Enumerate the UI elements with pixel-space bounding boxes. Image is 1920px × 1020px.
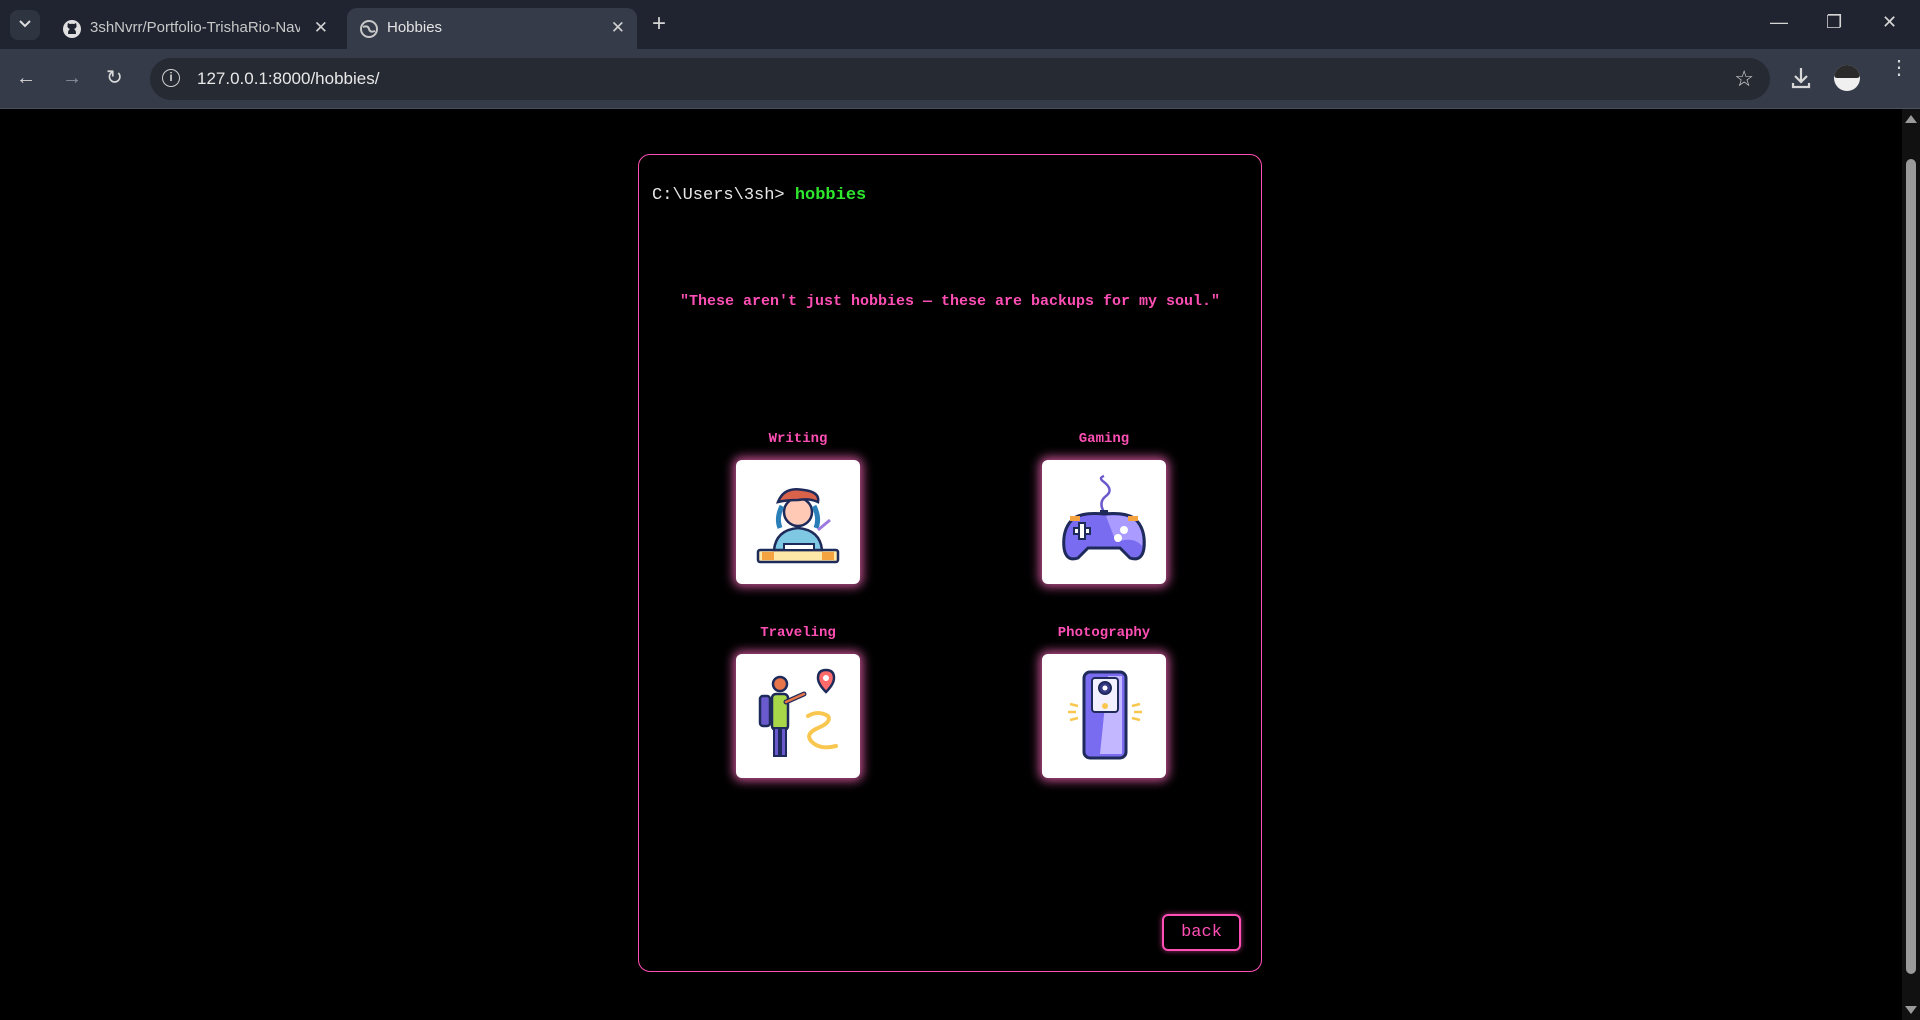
hobby-label: Photography — [1057, 625, 1151, 641]
reload-icon[interactable]: ↻ — [106, 68, 123, 88]
prompt-command: hobbies — [794, 186, 867, 205]
hobby-photography[interactable]: Photography — [1024, 625, 1184, 778]
new-tab-icon[interactable]: + — [652, 12, 666, 36]
scrollbar[interactable] — [1902, 109, 1920, 1020]
gamepad-icon — [1062, 474, 1146, 561]
hobby-card[interactable] — [1042, 654, 1166, 778]
hobby-label: Writing — [768, 431, 828, 447]
window-close-icon[interactable]: ✕ — [1882, 12, 1897, 33]
close-tab-icon[interactable]: ✕ — [611, 19, 625, 37]
hobby-card[interactable] — [1042, 460, 1166, 584]
close-tab-icon[interactable]: ✕ — [314, 19, 328, 37]
hobbies-quote: "These aren't just hobbies — these are b… — [679, 293, 1221, 310]
tab-title: Hobbies — [387, 19, 443, 36]
browser-toolbar: ← → ↻ i 127.0.0.1:8000/hobbies/ ☆ ⋮ — [0, 49, 1920, 109]
hobby-writing[interactable]: Writing — [718, 431, 878, 584]
hobby-label: Traveling — [760, 625, 836, 641]
scroll-up-arrow[interactable] — [1905, 115, 1917, 123]
download-icon[interactable] — [1790, 66, 1812, 90]
writer-icon — [756, 488, 840, 564]
profile-avatar[interactable] — [1834, 65, 1860, 91]
back-button[interactable]: back — [1162, 914, 1241, 951]
back-arrow-icon[interactable]: ← — [16, 68, 36, 88]
menu-dots-icon[interactable]: ⋮ — [1889, 58, 1909, 78]
prompt-path: C:\Users\3sh> — [652, 186, 795, 205]
terminal-window: C:\Users\3sh> hobbies "These aren't just… — [638, 154, 1262, 972]
tab-hobbies[interactable]: Hobbies ✕ — [347, 8, 637, 49]
chevron-down-icon — [19, 20, 31, 28]
github-icon — [63, 20, 81, 38]
scroll-thumb[interactable] — [1906, 159, 1916, 974]
site-info-icon[interactable]: i — [162, 69, 180, 87]
minimize-icon[interactable]: — — [1770, 12, 1788, 33]
terminal-prompt: C:\Users\3sh> hobbies — [652, 186, 866, 205]
forward-arrow-icon[interactable]: → — [62, 68, 82, 88]
hobby-gaming[interactable]: Gaming — [1024, 431, 1184, 584]
hobby-traveling[interactable]: Traveling — [718, 625, 878, 778]
tab-title: 3shNvrr/Portfolio-TrishaRio-Nav — [90, 19, 300, 36]
tab-github[interactable]: 3shNvrr/Portfolio-TrishaRio-Nav ✕ — [50, 8, 340, 49]
tab-strip: 3shNvrr/Portfolio-TrishaRio-Nav ✕ Hobbie… — [0, 0, 1920, 49]
address-bar[interactable]: i 127.0.0.1:8000/hobbies/ ☆ — [150, 58, 1770, 100]
globe-icon — [360, 20, 378, 38]
tab-search-button[interactable] — [10, 10, 40, 40]
hobby-card[interactable] — [736, 460, 860, 584]
hobby-card[interactable] — [736, 654, 860, 778]
traveler-icon — [758, 668, 838, 757]
hobby-label: Gaming — [1078, 431, 1130, 447]
bookmark-star-icon[interactable]: ☆ — [1734, 66, 1754, 92]
phone-camera-icon — [1068, 670, 1142, 760]
url-text[interactable]: 127.0.0.1:8000/hobbies/ — [197, 69, 379, 89]
restore-icon[interactable]: ❐ — [1826, 12, 1842, 33]
scroll-down-arrow[interactable] — [1905, 1006, 1917, 1014]
